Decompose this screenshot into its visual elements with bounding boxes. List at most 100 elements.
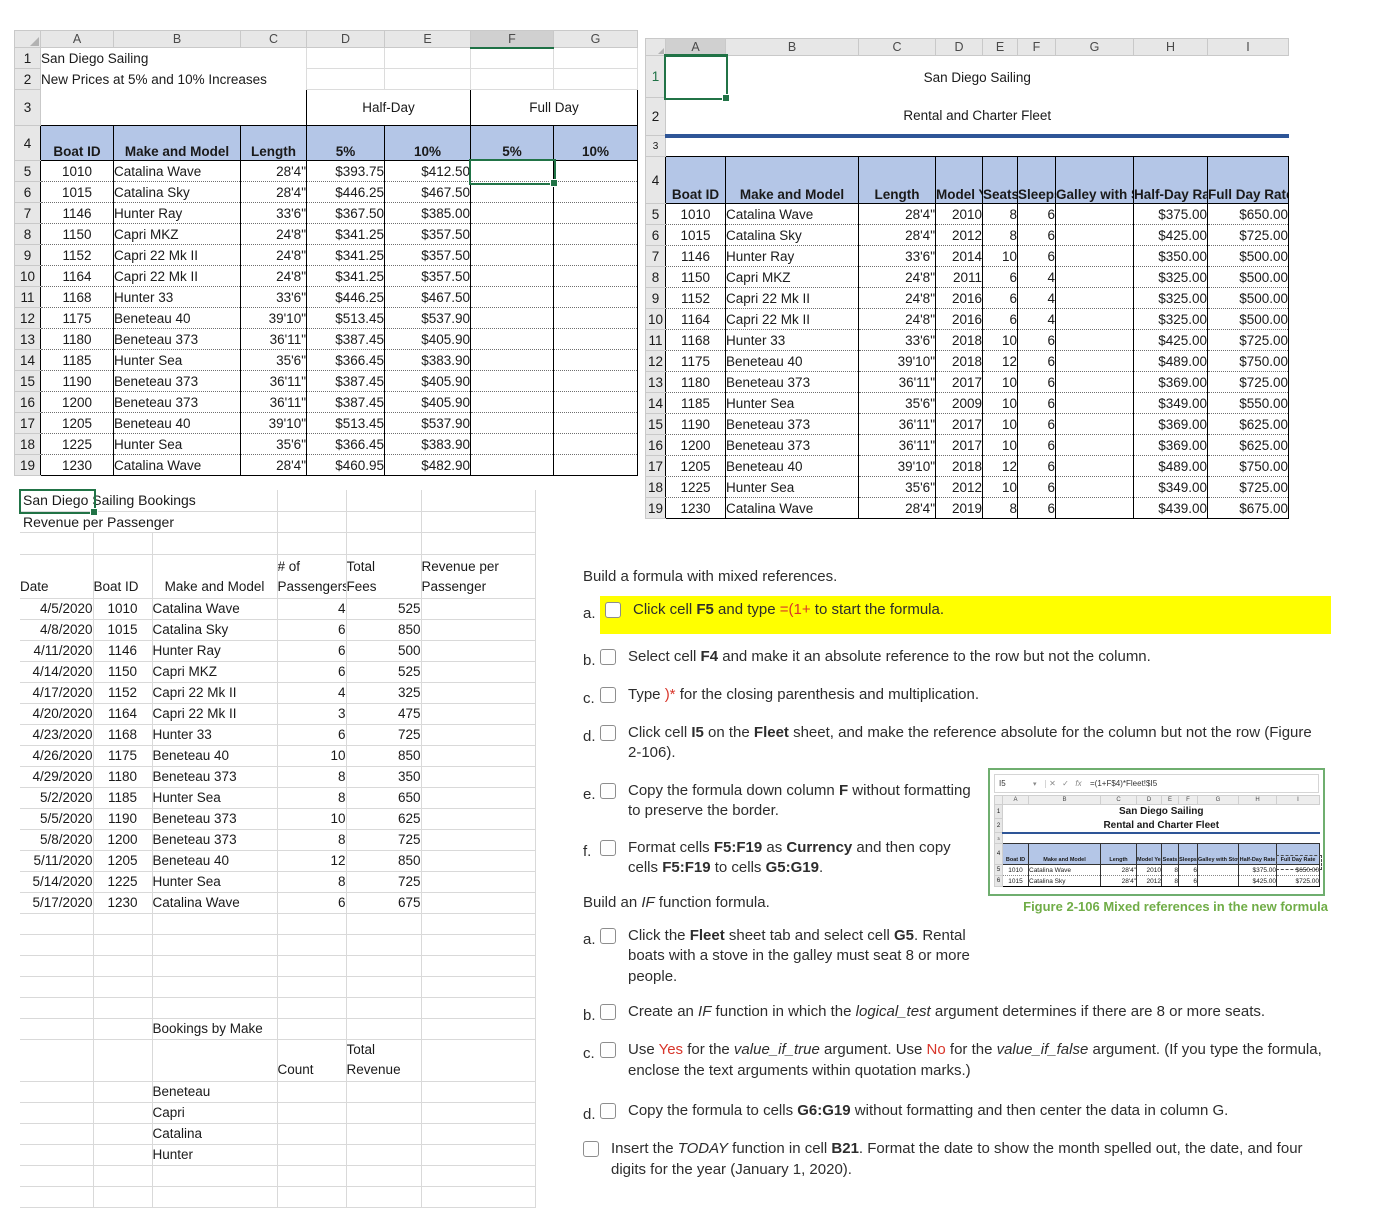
cell[interactable]: $537.90 [384,307,471,329]
cell[interactable]: 2018 [935,329,983,351]
table-header[interactable]: Length [240,125,307,161]
column-header-selected[interactable]: F [470,30,554,49]
cell[interactable]: 39'10" [240,412,307,434]
cell[interactable]: 4/29/2020 [20,766,94,788]
cell[interactable]: 1015 [40,181,114,203]
cell[interactable]: Beneteau 373 [152,808,278,830]
row-number[interactable]: 18 [14,433,41,455]
cell[interactable] [277,1144,347,1166]
cell[interactable] [421,1123,536,1145]
cell[interactable] [1055,224,1134,246]
cell[interactable] [20,955,94,977]
cell[interactable] [277,1018,347,1040]
table-header[interactable]: Make and Model [113,125,241,161]
cell[interactable] [346,976,422,998]
column-header[interactable]: A [40,30,114,48]
cell[interactable]: 2018 [935,350,983,372]
cell[interactable]: Beneteau 40 [113,412,241,434]
cell[interactable]: 2017 [935,371,983,393]
row-number[interactable]: 4 [14,125,41,161]
cell[interactable] [421,850,536,872]
cell[interactable]: 10 [277,745,347,767]
cell[interactable] [421,1081,536,1103]
cell[interactable] [421,871,536,893]
table-header[interactable]: Full Day Rate [1207,156,1289,204]
cell[interactable] [470,223,554,245]
cell[interactable]: 5/11/2020 [20,850,94,872]
cell[interactable] [421,1144,536,1166]
cell[interactable] [20,1081,94,1103]
row-number[interactable]: 3 [14,89,41,126]
cell[interactable]: 6 [1017,245,1056,267]
cell[interactable] [93,1018,153,1040]
cell[interactable]: 6 [982,287,1018,309]
column-header[interactable]: B [725,38,859,56]
cell[interactable]: $725.00 [1207,476,1289,498]
cell[interactable]: $369.00 [1133,434,1208,456]
row-number[interactable]: 2 [14,68,41,90]
cell[interactable] [470,202,554,224]
cell[interactable]: 35'6" [240,433,307,455]
cell[interactable]: $500.00 [1207,266,1289,288]
table-header[interactable]: Date [20,554,94,599]
cell[interactable]: 6 [1017,434,1056,456]
cell[interactable] [152,955,278,977]
cell[interactable]: $467.50 [384,181,471,203]
row-number[interactable]: 5 [645,203,666,225]
column-header[interactable]: F [1017,38,1056,56]
cell[interactable]: Beneteau 40 [152,745,278,767]
cell[interactable] [421,490,536,512]
cell[interactable]: 24'8" [240,265,307,287]
cell[interactable]: $500.00 [1207,245,1289,267]
cell[interactable]: $412.50 [384,160,471,182]
checkbox[interactable] [605,602,621,618]
cell[interactable]: 5/17/2020 [20,892,94,914]
cell[interactable] [93,913,153,935]
cell[interactable]: 4 [277,598,347,620]
cell[interactable]: Capri 22 Mk II [152,703,278,725]
cell[interactable]: 36'11" [858,371,936,393]
cell[interactable]: 1015 [665,224,726,246]
cell[interactable] [277,1123,347,1145]
cell[interactable]: $383.90 [384,349,471,371]
cell[interactable]: 1152 [40,244,114,266]
cell[interactable]: Capri MKZ [152,661,278,683]
cell[interactable]: 1190 [665,413,726,435]
cell[interactable] [152,913,278,935]
table-header[interactable]: Boat ID [40,125,114,161]
cell[interactable] [20,976,94,998]
table-header[interactable]: Length [858,156,936,204]
cell[interactable]: 2017 [935,413,983,435]
cell[interactable]: 10 [982,245,1018,267]
cell[interactable] [421,955,536,977]
checkbox[interactable] [600,648,616,665]
row-number[interactable]: 14 [14,349,41,371]
table-header[interactable]: Boat ID [665,156,726,204]
row-number[interactable]: 9 [645,287,666,309]
cell[interactable]: 4 [1017,308,1056,330]
cell[interactable]: 33'6" [858,245,936,267]
cell[interactable]: 35'6" [240,349,307,371]
cell[interactable] [346,490,422,512]
cell[interactable]: 6 [277,724,347,746]
cell[interactable]: 2016 [935,287,983,309]
cell[interactable]: Hunter Ray [113,202,241,224]
cell[interactable]: 1164 [40,265,114,287]
row-number[interactable]: 1 [645,55,666,98]
cell[interactable] [277,955,347,977]
cell[interactable]: 5/2/2020 [20,787,94,809]
cell[interactable] [346,1123,422,1145]
cell[interactable]: $725.00 [1207,371,1289,393]
cell[interactable]: 2009 [935,392,983,414]
cell[interactable]: 725 [346,871,422,893]
column-header[interactable]: B [113,30,241,48]
cell[interactable] [346,934,422,956]
cell[interactable]: 4 [1017,287,1056,309]
cell[interactable]: 850 [346,850,422,872]
cell[interactable]: $425.00 [1133,224,1208,246]
cell[interactable]: 6 [982,308,1018,330]
cell[interactable]: 6 [1017,329,1056,351]
cell[interactable]: 4/14/2020 [20,661,94,683]
cell[interactable] [346,1165,422,1187]
cell[interactable]: $405.90 [384,391,471,413]
